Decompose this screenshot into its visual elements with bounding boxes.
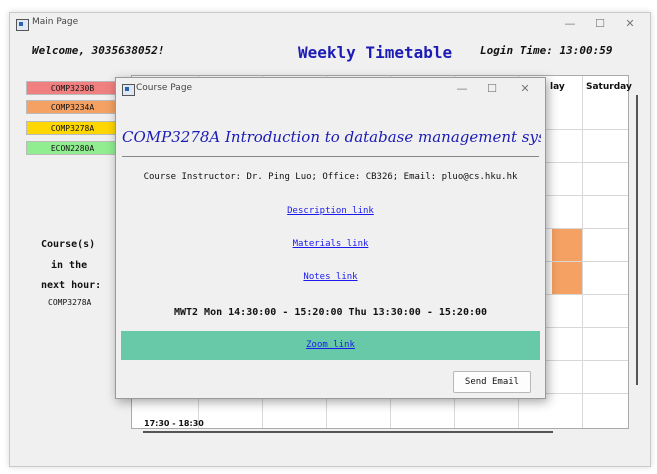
horizontal-scrollbar[interactable] xyxy=(143,431,553,433)
main-window-title: Main Page xyxy=(32,17,79,27)
zoom-bar: Zoom link xyxy=(121,331,540,360)
close-button[interactable]: ✕ xyxy=(618,15,642,33)
course-button-econ2280a[interactable]: ECON2280A xyxy=(26,141,119,155)
app-icon xyxy=(16,19,29,31)
header-saturday: Saturday xyxy=(586,82,632,92)
vertical-scrollbar[interactable] xyxy=(636,95,638,385)
next-hour-course: COMP3278A xyxy=(48,298,92,307)
page-title: Weekly Timetable xyxy=(298,43,453,62)
course-button-comp3234a[interactable]: COMP3234A xyxy=(26,100,119,114)
dialog-close-button[interactable]: ✕ xyxy=(513,80,537,98)
timetable-slot-comp3234a-2[interactable] xyxy=(552,262,582,294)
next-hour-label-1: Course(s) xyxy=(41,239,96,250)
time-label-last: 17:30 - 18:30 xyxy=(144,419,204,428)
zoom-link[interactable]: Zoom link xyxy=(121,340,540,350)
minimize-button[interactable]: — xyxy=(558,15,582,33)
send-email-button[interactable]: Send Email xyxy=(453,371,531,393)
main-titlebar[interactable]: Main Page — ☐ ✕ xyxy=(10,13,650,35)
timetable-slot-comp3234a-1[interactable] xyxy=(552,229,582,261)
next-hour-label-3: next hour: xyxy=(41,280,102,291)
dialog-title: Course Page xyxy=(136,83,193,93)
course-page-dialog: Course Page — ☐ ✕ COMP3278A Introduction… xyxy=(115,77,546,399)
dialog-minimize-button[interactable]: — xyxy=(450,80,474,98)
materials-link[interactable]: Materials link xyxy=(116,239,545,249)
header-friday: lay xyxy=(550,82,565,92)
dialog-maximize-button[interactable]: ☐ xyxy=(480,80,504,98)
course-button-comp3278a[interactable]: COMP3278A xyxy=(26,121,119,135)
description-link[interactable]: Description link xyxy=(116,206,545,216)
course-button-comp3230b[interactable]: COMP3230B xyxy=(26,81,119,95)
notes-link[interactable]: Notes link xyxy=(116,272,545,282)
instructor-info: Course Instructor: Dr. Ping Luo; Office:… xyxy=(143,172,518,182)
maximize-button[interactable]: ☐ xyxy=(588,15,612,33)
divider xyxy=(122,156,539,157)
next-hour-label-2: in the xyxy=(51,260,88,271)
class-schedule: MWT2 Mon 14:30:00 - 15:20:00 Thu 13:30:0… xyxy=(173,307,488,318)
dialog-app-icon xyxy=(122,84,135,96)
login-time: Login Time: 13:00:59 xyxy=(480,44,613,57)
welcome-text: Welcome, 3035638052! xyxy=(32,44,165,57)
course-title: COMP3278A Introduction to database manag… xyxy=(122,128,541,146)
